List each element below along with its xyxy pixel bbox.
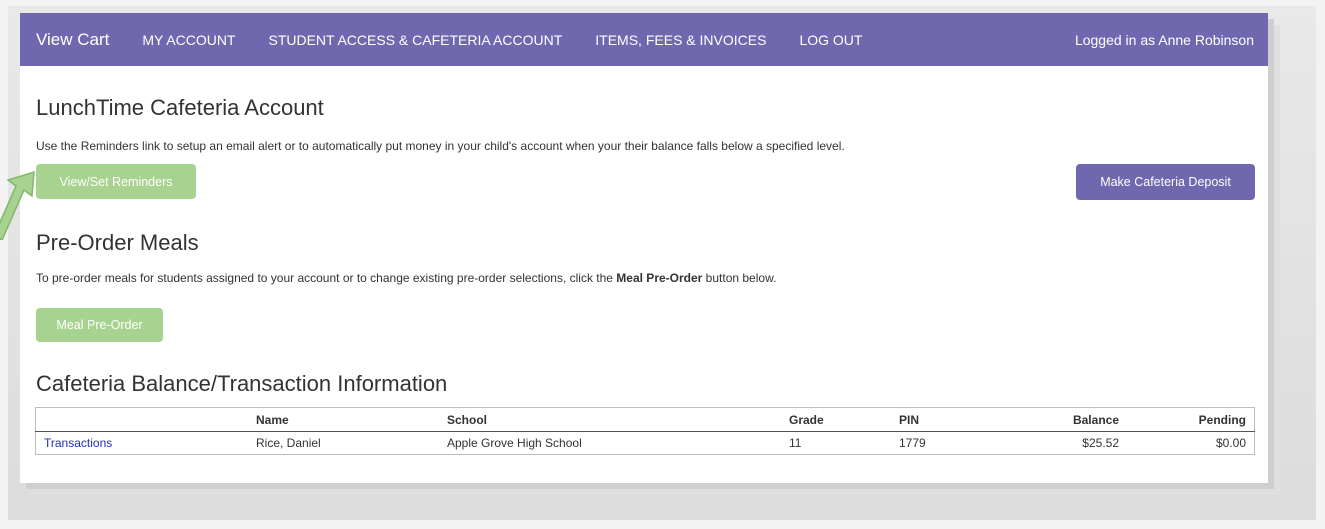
meal-preorder-button[interactable]: Meal Pre-Order (36, 308, 163, 342)
nav-log-out[interactable]: LOG OUT (799, 32, 862, 48)
lunch-account-title: LunchTime Cafeteria Account (36, 95, 324, 120)
preorder-description: To pre-order meals for students assigned… (36, 271, 776, 285)
transactions-cell: Transactions (36, 432, 249, 455)
col-header-name: Name (248, 407, 439, 432)
nav-view-cart[interactable]: View Cart (36, 30, 109, 50)
col-header-school: School (439, 407, 781, 432)
preorder-text-bold: Meal Pre-Order (616, 271, 703, 285)
nav-my-account[interactable]: MY ACCOUNT (142, 32, 235, 48)
nav-items-fees[interactable]: ITEMS, FEES & INVOICES (595, 32, 766, 48)
col-header-pending: Pending (1127, 407, 1255, 432)
table-row: Transactions Rice, Daniel Apple Grove Hi… (36, 432, 1255, 455)
pin-cell: 1779 (899, 436, 926, 450)
lunch-account-description: Use the Reminders link to setup an email… (36, 139, 845, 153)
grade-cell: 11 (789, 436, 802, 450)
col-header-balance: Balance (991, 407, 1127, 432)
pointer-arrow-icon (0, 170, 35, 240)
col-header-pin: PIN (891, 407, 991, 432)
balance-title: Cafeteria Balance/Transaction Informatio… (36, 371, 448, 396)
preorder-text-after: button below. (702, 271, 777, 285)
view-set-reminders-button[interactable]: View/Set Reminders (36, 164, 196, 199)
col-header-link (35, 407, 248, 432)
balance-cell: $25.52 (1082, 436, 1119, 450)
balance-table: Name School Grade PIN Balance Pending Tr… (35, 407, 1255, 455)
school-cell: Apple Grove High School (447, 436, 582, 450)
name-cell: Rice, Daniel (256, 436, 321, 450)
make-cafeteria-deposit-button[interactable]: Make Cafeteria Deposit (1076, 164, 1255, 200)
table-header-row: Name School Grade PIN Balance Pending (35, 407, 1255, 432)
col-header-grade: Grade (781, 407, 891, 432)
preorder-title: Pre-Order Meals (36, 230, 199, 255)
logged-in-user: Logged in as Anne Robinson (1074, 31, 1254, 48)
preorder-text-before: To pre-order meals for students assigned… (36, 271, 617, 285)
pending-cell: $0.00 (1215, 436, 1246, 450)
cafeteria-panel: View Cart MY ACCOUNT STUDENT ACCESS & CA… (20, 13, 1268, 483)
transactions-link[interactable]: Transactions (44, 436, 112, 450)
top-navbar: View Cart MY ACCOUNT STUDENT ACCESS & CA… (20, 13, 1268, 66)
nav-student-access[interactable]: STUDENT ACCESS & CAFETERIA ACCOUNT (268, 32, 562, 48)
